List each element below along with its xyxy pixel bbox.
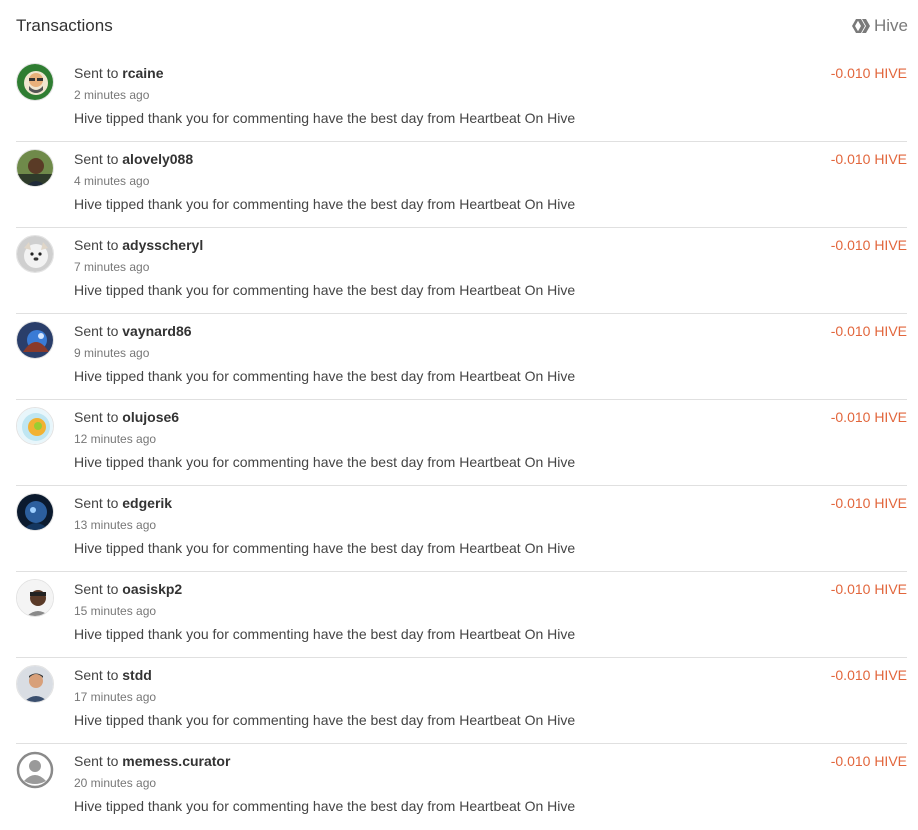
transaction-title: Sent to vaynard86	[74, 323, 192, 339]
transaction-row[interactable]: Sent to oasiskp2 15 minutes ago Hive tip…	[16, 572, 907, 658]
transaction-title: Sent to memess.curator	[74, 753, 230, 769]
recipient-link[interactable]: rcaine	[122, 65, 163, 81]
avatar[interactable]	[16, 149, 54, 187]
hive-logo-icon	[851, 18, 870, 34]
recipient-link[interactable]: memess.curator	[122, 753, 230, 769]
transaction-memo: Hive tipped thank you for commenting hav…	[74, 798, 576, 814]
recipient-link[interactable]: oasiskp2	[122, 581, 182, 597]
token-badge[interactable]: Hive	[851, 16, 908, 36]
transaction-title: Sent to edgerik	[74, 495, 172, 511]
transaction-prefix: Sent to	[74, 237, 123, 253]
transaction-row[interactable]: Sent to adysscheryl 7 minutes ago Hive t…	[16, 228, 907, 314]
transaction-time: 20 minutes ago	[74, 776, 157, 790]
transaction-amount: -0.010 HIVE	[830, 237, 907, 253]
transaction-memo: Hive tipped thank you for commenting hav…	[74, 110, 576, 126]
transaction-memo: Hive tipped thank you for commenting hav…	[74, 282, 576, 298]
transactions-header: Transactions Hive	[0, 0, 918, 56]
transaction-time: 7 minutes ago	[74, 260, 150, 274]
transaction-prefix: Sent to	[74, 151, 123, 167]
transaction-row[interactable]: Sent to olujose6 12 minutes ago Hive tip…	[16, 400, 907, 486]
transaction-row[interactable]: Sent to stdd 17 minutes ago Hive tipped …	[16, 658, 907, 744]
transaction-time: 15 minutes ago	[74, 604, 157, 618]
transaction-time: 13 minutes ago	[74, 518, 157, 532]
transaction-list: Sent to rcaine 2 minutes ago Hive tipped…	[0, 56, 918, 830]
recipient-link[interactable]: olujose6	[122, 409, 179, 425]
transaction-title: Sent to adysscheryl	[74, 237, 203, 253]
transaction-time: 9 minutes ago	[74, 346, 150, 360]
transaction-prefix: Sent to	[74, 753, 123, 769]
transaction-memo: Hive tipped thank you for commenting hav…	[74, 540, 576, 556]
transaction-prefix: Sent to	[74, 323, 123, 339]
transaction-amount: -0.010 HIVE	[830, 753, 907, 769]
transaction-title: Sent to olujose6	[74, 409, 179, 425]
transaction-row[interactable]: Sent to memess.curator 20 minutes ago Hi…	[16, 744, 907, 830]
page-title: Transactions	[16, 16, 113, 35]
recipient-link[interactable]: adysscheryl	[122, 237, 203, 253]
avatar[interactable]	[16, 665, 54, 703]
avatar[interactable]	[16, 493, 54, 531]
transaction-amount: -0.010 HIVE	[830, 151, 907, 167]
transaction-amount: -0.010 HIVE	[830, 495, 907, 511]
transaction-prefix: Sent to	[74, 495, 123, 511]
transaction-time: 2 minutes ago	[74, 88, 150, 102]
transaction-title: Sent to oasiskp2	[74, 581, 182, 597]
transaction-memo: Hive tipped thank you for commenting hav…	[74, 368, 576, 384]
transaction-amount: -0.010 HIVE	[830, 65, 907, 81]
avatar[interactable]	[16, 321, 54, 359]
transaction-amount: -0.010 HIVE	[830, 667, 907, 683]
avatar[interactable]	[16, 63, 54, 101]
avatar[interactable]	[16, 579, 54, 617]
transaction-time: 4 minutes ago	[74, 174, 150, 188]
transaction-prefix: Sent to	[74, 667, 123, 683]
recipient-link[interactable]: edgerik	[122, 495, 172, 511]
transaction-prefix: Sent to	[74, 65, 123, 81]
transaction-time: 12 minutes ago	[74, 432, 157, 446]
transaction-memo: Hive tipped thank you for commenting hav…	[74, 712, 576, 728]
transaction-row[interactable]: Sent to edgerik 13 minutes ago Hive tipp…	[16, 486, 907, 572]
transaction-memo: Hive tipped thank you for commenting hav…	[74, 196, 576, 212]
transaction-time: 17 minutes ago	[74, 690, 157, 704]
transaction-row[interactable]: Sent to alovely088 4 minutes ago Hive ti…	[16, 142, 907, 228]
avatar[interactable]	[16, 407, 54, 445]
transaction-amount: -0.010 HIVE	[830, 581, 907, 597]
transaction-row[interactable]: Sent to rcaine 2 minutes ago Hive tipped…	[16, 56, 907, 142]
recipient-link[interactable]: vaynard86	[122, 323, 191, 339]
transaction-prefix: Sent to	[74, 581, 123, 597]
transaction-amount: -0.010 HIVE	[830, 409, 907, 425]
transaction-row[interactable]: Sent to vaynard86 9 minutes ago Hive tip…	[16, 314, 907, 400]
default-user-icon[interactable]	[16, 751, 54, 789]
recipient-link[interactable]: alovely088	[122, 151, 193, 167]
transaction-title: Sent to rcaine	[74, 65, 164, 81]
token-label: Hive	[873, 16, 908, 35]
avatar[interactable]	[16, 235, 54, 273]
recipient-link[interactable]: stdd	[122, 667, 152, 683]
transaction-title: Sent to alovely088	[74, 151, 193, 167]
transaction-memo: Hive tipped thank you for commenting hav…	[74, 626, 576, 642]
transaction-amount: -0.010 HIVE	[830, 323, 907, 339]
transaction-title: Sent to stdd	[74, 667, 152, 683]
transaction-prefix: Sent to	[74, 409, 123, 425]
transaction-memo: Hive tipped thank you for commenting hav…	[74, 454, 576, 470]
